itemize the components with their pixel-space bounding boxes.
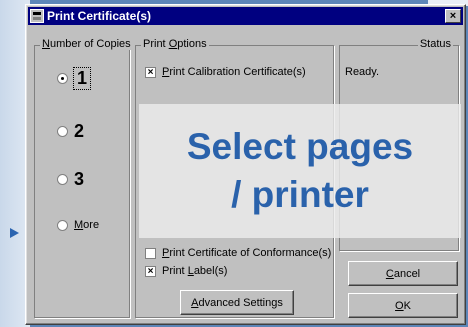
- radio-button[interactable]: [57, 73, 68, 84]
- checkbox[interactable]: ×: [145, 66, 156, 78]
- checkbox-label: Print Label(s): [162, 265, 228, 277]
- close-button[interactable]: ×: [445, 9, 461, 23]
- status-text: Ready.: [345, 66, 380, 78]
- copies-option-3[interactable]: 3: [57, 169, 84, 190]
- advanced-settings-button[interactable]: Advanced Settings: [180, 290, 294, 315]
- copies-option-more[interactable]: More: [57, 219, 99, 231]
- copies-option-label: 2: [74, 121, 85, 141]
- cancel-button[interactable]: Cancel: [348, 261, 458, 286]
- copies-option-label: 3: [74, 169, 85, 189]
- checkbox-label: Print Certificate of Conformance(s): [162, 247, 332, 259]
- print-labels-checkbox[interactable]: × Print Label(s): [145, 265, 227, 277]
- callout-line-2: / printer: [231, 174, 369, 215]
- copies-option-label: 1: [72, 67, 92, 90]
- radio-button[interactable]: [57, 174, 68, 185]
- conformance-certificate-checkbox[interactable]: Print Certificate of Conformance(s): [145, 247, 331, 259]
- print-options-legend: Print Options: [141, 38, 209, 50]
- checkbox[interactable]: ×: [145, 265, 156, 277]
- radio-button[interactable]: [57, 219, 68, 231]
- callout-overlay: Select pages / printer: [139, 104, 461, 238]
- copies-legend: Number of Copies: [40, 38, 133, 50]
- callout-line-1: Select pages: [186, 126, 414, 167]
- checkbox[interactable]: [145, 247, 156, 259]
- checkbox-label: Print Calibration Certificate(s): [162, 66, 306, 78]
- ok-button[interactable]: OK: [348, 293, 458, 318]
- print-certificate-dialog: Print Certificate(s) × Number of Copies …: [25, 4, 466, 325]
- calibration-certificate-checkbox[interactable]: × Print Calibration Certificate(s): [145, 66, 306, 78]
- title-bar: Print Certificate(s) ×: [28, 7, 463, 25]
- radio-button[interactable]: [57, 126, 68, 137]
- copies-more-label: More: [74, 219, 100, 231]
- copies-group: Number of Copies 1 2 3 More: [34, 38, 133, 318]
- app-icon: [30, 9, 44, 23]
- dialog-title: Print Certificate(s): [47, 9, 152, 23]
- arrow-icon: [10, 228, 19, 238]
- copies-option-2[interactable]: 2: [57, 121, 84, 142]
- status-legend: Status: [417, 38, 453, 50]
- copies-option-1[interactable]: 1: [57, 67, 92, 90]
